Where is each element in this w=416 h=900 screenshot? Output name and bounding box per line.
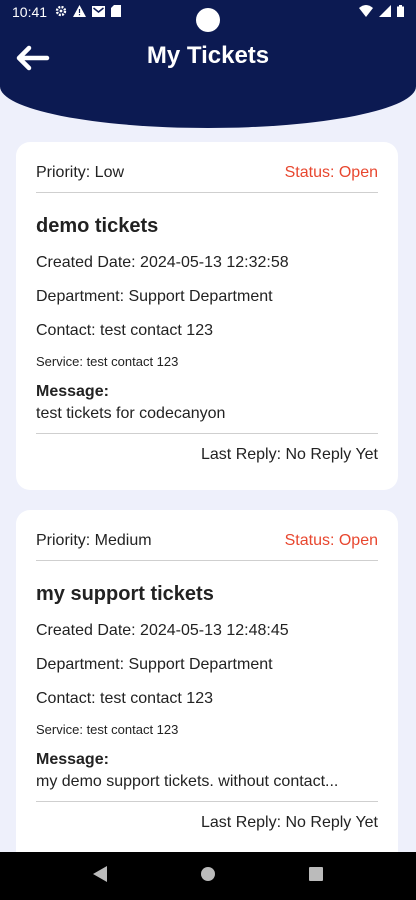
last-reply: Last Reply: No Reply Yet [201, 814, 378, 831]
ticket-title: my support tickets [36, 583, 214, 605]
nav-recents-icon[interactable] [309, 866, 323, 886]
contact: Contact: test contact 123 [36, 690, 213, 707]
app-header [0, 24, 416, 128]
ticket-card[interactable]: Priority: Low Status: Open demo tickets … [16, 142, 398, 490]
navigation-bar [0, 852, 416, 900]
priority-label: Priority: Low [36, 164, 125, 181]
department: Department: Support Department [36, 288, 273, 305]
status-badge: Status: Open [284, 532, 378, 549]
warning-icon [73, 4, 87, 20]
sd-card-icon [111, 4, 122, 20]
message-label: Message: [36, 383, 109, 400]
front-camera [196, 8, 220, 32]
message-text: my demo support tickets. without contact… [36, 773, 378, 802]
ticket-title: demo tickets [36, 215, 159, 237]
signal-icon [379, 4, 391, 20]
gmail-icon [92, 4, 106, 20]
service: Service: test contact 123 [36, 722, 179, 737]
contact: Contact: test contact 123 [36, 322, 213, 339]
wifi-icon [359, 4, 373, 20]
message-label: Message: [36, 751, 109, 768]
ticket-card[interactable]: Priority: Medium Status: Open my support… [16, 510, 398, 870]
gear-icon [55, 4, 67, 20]
priority-label: Priority: Medium [36, 532, 152, 549]
last-reply: Last Reply: No Reply Yet [201, 446, 378, 463]
battery-icon [397, 4, 404, 20]
message-text: test tickets for codecanyon [36, 405, 378, 434]
service: Service: test contact 123 [36, 354, 179, 369]
created-date: Created Date: 2024-05-13 12:48:45 [36, 622, 289, 639]
page-title: My Tickets [146, 42, 270, 69]
created-date: Created Date: 2024-05-13 12:32:58 [36, 254, 289, 271]
department: Department: Support Department [36, 656, 273, 673]
nav-back-icon[interactable] [93, 865, 107, 887]
status-time: 10:41 [12, 4, 48, 20]
nav-home-icon[interactable] [201, 866, 215, 886]
status-badge: Status: Open [284, 164, 378, 181]
